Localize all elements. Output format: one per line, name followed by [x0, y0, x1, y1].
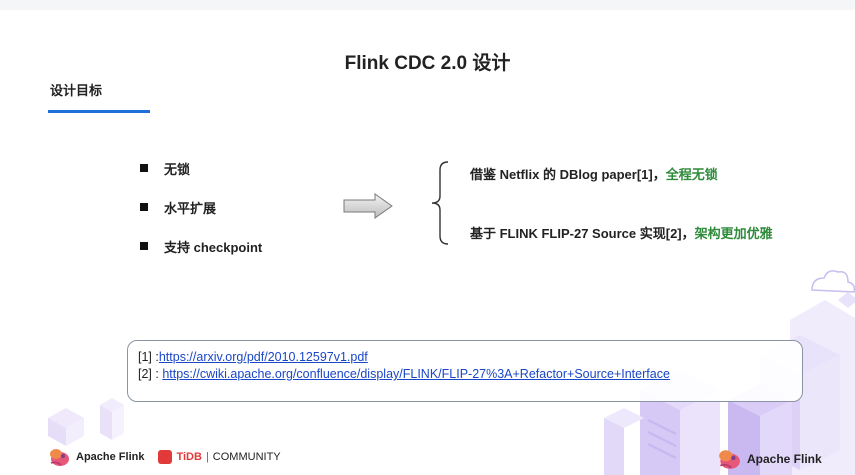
squirrel-logo-icon	[50, 449, 69, 466]
community-label: COMMUNITY	[212, 451, 281, 463]
goal-list: 无锁 水平扩展 支持 checkpoint	[140, 160, 262, 277]
squirrel-logo-icon	[719, 450, 740, 469]
bullet-square-icon	[140, 203, 148, 211]
tidb-logo-icon	[158, 450, 173, 464]
reference-line: [2] : https://cwiki.apache.org/confluenc…	[138, 367, 802, 384]
goal-item: 水平扩展	[140, 199, 262, 216]
footer-left-logos: Apache Flink TiDB | COMMUNITY	[48, 447, 281, 467]
approach-item: 基于 FLINK FLIP-27 Source 实现[2]，架构更加优雅	[470, 223, 773, 241]
approach-highlight: 全程无锁	[665, 167, 718, 182]
footer-right-logo: Apache Flink	[717, 448, 822, 470]
goal-item-label: 无锁	[164, 161, 191, 177]
approach-highlight: 架构更加优雅	[694, 226, 773, 241]
section-heading: 设计目标	[50, 83, 103, 98]
reference-line: [1] :https://arxiv.org/pdf/2010.12597v1.…	[138, 350, 802, 367]
approach-list: 借鉴 Netflix 的 DBlog paper[1]，全程无锁 基于 FLIN…	[470, 164, 773, 241]
approach-item: 借鉴 Netflix 的 DBlog paper[1]，全程无锁	[470, 164, 773, 182]
reference-link[interactable]: https://arxiv.org/pdf/2010.12597v1.pdf	[159, 350, 368, 364]
goal-item: 支持 checkpoint	[140, 238, 263, 255]
tidb-brand: TiDB	[176, 451, 202, 463]
arrow-right-icon	[343, 193, 393, 219]
goal-item-label: 水平扩展	[164, 200, 217, 216]
apache-flink-brand: Apache Flink	[76, 451, 145, 463]
bullet-square-icon	[140, 242, 148, 250]
apache-flink-brand: Apache Flink	[747, 452, 822, 466]
bullet-square-icon	[140, 164, 148, 172]
goal-item-label: 支持 checkpoint	[164, 239, 263, 255]
approach-text: 借鉴 Netflix 的 DBlog paper[1]，	[470, 167, 666, 182]
footer-separator: |	[205, 451, 209, 463]
reference-prefix: [1] :	[138, 350, 159, 364]
approach-text: 基于 FLINK FLIP-27 Source 实现[2]，	[470, 226, 695, 241]
reference-link[interactable]: https://cwiki.apache.org/confluence/disp…	[162, 367, 670, 381]
slide: Flink CDC 2.0 设计 设计目标 无锁 水平扩展 支持 checkpo…	[0, 0, 855, 475]
heading-underline	[48, 110, 150, 113]
slide-title: Flink CDC 2.0 设计	[344, 53, 511, 74]
goal-item: 无锁	[140, 160, 262, 177]
reference-prefix: [2] :	[138, 367, 163, 381]
curly-brace-icon	[431, 161, 449, 245]
references-box: [1] :https://arxiv.org/pdf/2010.12597v1.…	[127, 340, 803, 402]
